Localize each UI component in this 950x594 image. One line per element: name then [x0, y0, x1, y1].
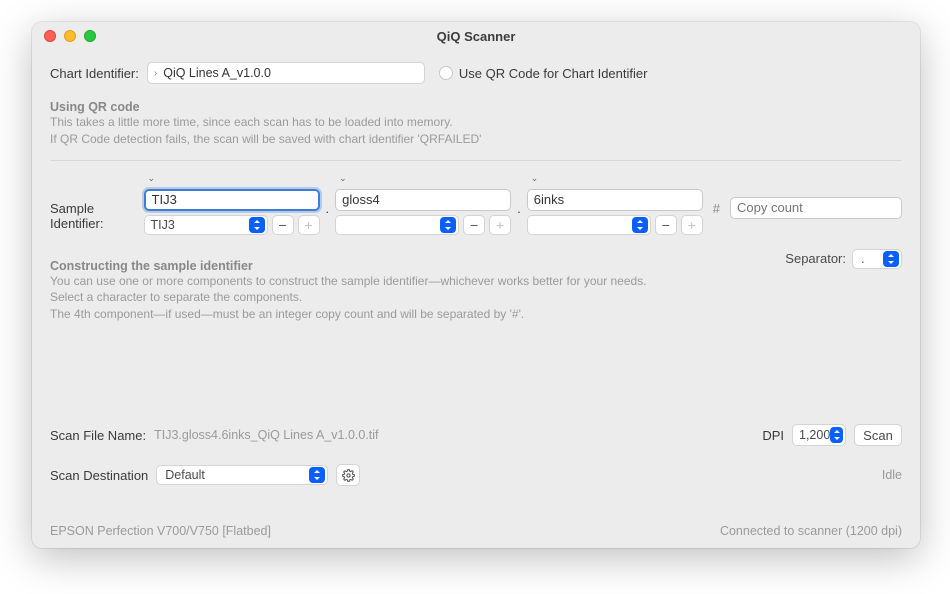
separator-select[interactable]: .	[852, 249, 902, 269]
sample-text-1[interactable]	[144, 189, 320, 211]
sample-identifier-label: Sample Identifier:	[50, 173, 144, 231]
connection-status: Connected to scanner (1200 dpi)	[720, 524, 902, 538]
chart-identifier-label: Chart Identifier:	[50, 66, 139, 81]
hash-separator: #	[713, 173, 720, 216]
sample-select-1[interactable]: TIJ3	[144, 215, 268, 235]
construct-line1: You can use one or more components to co…	[50, 273, 647, 290]
device-name: EPSON Perfection V700/V750 [Flatbed]	[50, 524, 271, 538]
separator-label: Separator:	[785, 251, 846, 266]
dpi-value: 1,200	[799, 428, 830, 442]
destination-settings-button[interactable]	[336, 464, 360, 486]
window-title: QiQ Scanner	[437, 29, 516, 44]
plus-button-1[interactable]: +	[298, 215, 320, 235]
scan-file-value: TIJ3.gloss4.6inks_QiQ Lines A_v1.0.0.tif	[154, 428, 378, 442]
minus-button-2[interactable]: −	[463, 215, 485, 235]
construct-title: Constructing the sample identifier	[50, 259, 647, 273]
minus-button-3[interactable]: −	[655, 215, 677, 235]
construct-info: Constructing the sample identifier You c…	[50, 249, 647, 323]
sample-text-3[interactable]	[527, 189, 703, 211]
updown-icon	[309, 467, 325, 483]
construct-line3: The 4th component—if used—must be an int…	[50, 306, 647, 323]
construct-row: Constructing the sample identifier You c…	[50, 249, 902, 323]
components-wrap: ⌄ TIJ3 − + . ⌄	[144, 173, 902, 235]
use-qr-label: Use QR Code for Chart Identifier	[459, 66, 648, 81]
updown-icon	[249, 217, 265, 233]
separator-dot-1: .	[326, 173, 330, 216]
qr-info-line1: This takes a little more time, since eac…	[50, 114, 902, 131]
qr-info-title: Using QR code	[50, 100, 902, 114]
scan-file-row: Scan File Name: TIJ3.gloss4.6inks_QiQ Li…	[50, 424, 902, 446]
separator-dot-2: .	[517, 173, 521, 216]
scan-file-label: Scan File Name:	[50, 428, 146, 443]
updown-icon	[883, 251, 899, 267]
dpi-select[interactable]: 1,200	[792, 424, 846, 446]
close-icon[interactable]	[44, 30, 56, 42]
zoom-icon[interactable]	[84, 30, 96, 42]
chevron-down-icon[interactable]: ⌄	[527, 173, 703, 185]
copy-count-field	[730, 197, 902, 219]
separator-value: .	[861, 251, 865, 266]
destination-select[interactable]: Default	[156, 465, 328, 485]
footer: EPSON Perfection V700/V750 [Flatbed] Con…	[50, 524, 902, 538]
destination-row: Scan Destination Default Idle	[50, 464, 902, 486]
plus-button-3[interactable]: +	[681, 215, 703, 235]
updown-icon	[830, 427, 843, 443]
minimize-icon[interactable]	[64, 30, 76, 42]
updown-icon	[440, 217, 456, 233]
status-text: Idle	[882, 468, 902, 482]
separator-picker: Separator: .	[785, 249, 902, 269]
sample-component-2: ⌄ − +	[335, 173, 511, 235]
sample-component-1: ⌄ TIJ3 − +	[144, 173, 320, 235]
updown-icon	[632, 217, 648, 233]
chart-identifier-dropdown[interactable]: › QiQ Lines A_v1.0.0	[147, 62, 425, 84]
minus-button-1[interactable]: −	[272, 215, 294, 235]
use-qr-checkbox[interactable]: Use QR Code for Chart Identifier	[439, 66, 648, 81]
scan-button[interactable]: Scan	[854, 424, 902, 446]
destination-label: Scan Destination	[50, 468, 148, 483]
dpi-label: DPI	[762, 428, 784, 443]
main-window: QiQ Scanner Chart Identifier: › QiQ Line…	[32, 22, 920, 548]
sample-select-1-value: TIJ3	[151, 218, 175, 232]
chevron-right-icon: ›	[154, 68, 157, 79]
sample-identifier-row: Sample Identifier: ⌄ TIJ3 − + .	[50, 173, 902, 235]
qr-info-line2: If QR Code detection fails, the scan wil…	[50, 131, 902, 148]
window-controls	[44, 30, 96, 42]
destination-value: Default	[165, 468, 205, 482]
chart-identifier-value: QiQ Lines A_v1.0.0	[163, 66, 271, 80]
gear-icon	[342, 469, 355, 482]
titlebar: QiQ Scanner	[32, 22, 920, 50]
chevron-down-icon[interactable]: ⌄	[335, 173, 511, 185]
plus-button-2[interactable]: +	[489, 215, 511, 235]
sample-text-2[interactable]	[335, 189, 511, 211]
sample-select-2[interactable]	[335, 215, 459, 235]
divider	[50, 160, 902, 161]
copy-count-input[interactable]	[730, 197, 902, 219]
chart-identifier-row: Chart Identifier: › QiQ Lines A_v1.0.0 U…	[50, 62, 902, 84]
checkbox-box-icon	[439, 66, 453, 80]
construct-line2: Select a character to separate the compo…	[50, 289, 647, 306]
chevron-down-icon[interactable]: ⌄	[144, 173, 320, 185]
content-area: Chart Identifier: › QiQ Lines A_v1.0.0 U…	[32, 50, 920, 548]
sample-select-3[interactable]	[527, 215, 651, 235]
sample-component-3: ⌄ − +	[527, 173, 703, 235]
